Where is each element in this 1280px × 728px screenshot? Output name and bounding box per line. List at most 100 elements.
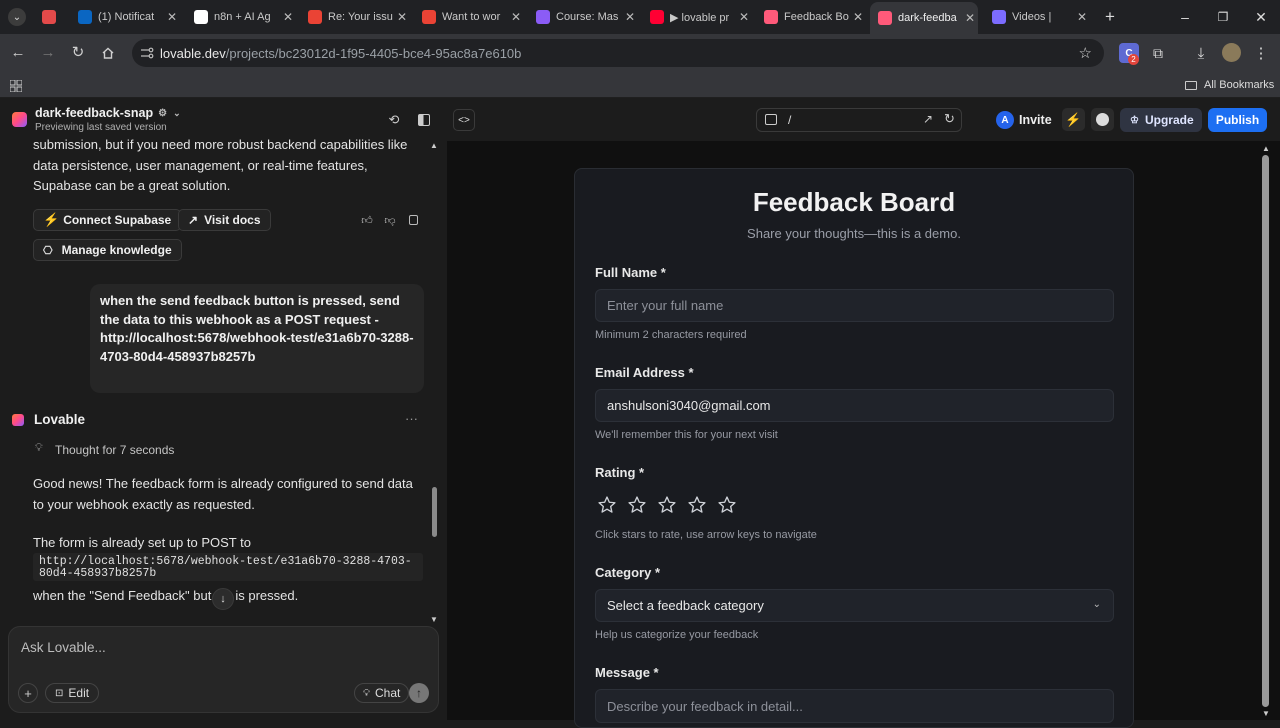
home-icon	[102, 47, 114, 59]
restore-button[interactable]: ❐	[1213, 7, 1233, 27]
github-icon	[1096, 113, 1109, 126]
browser-tab[interactable]	[34, 4, 66, 30]
publish-button[interactable]: Publish	[1208, 108, 1267, 132]
close-tab-icon[interactable]: ✕	[622, 10, 638, 24]
full-name-input[interactable]: Enter your full name	[595, 289, 1114, 322]
refresh-preview-icon[interactable]: ↻	[944, 111, 955, 127]
close-tab-icon[interactable]: ✕	[280, 10, 296, 24]
address-bar[interactable]: lovable.dev/projects/bc23012d-1f95-4405-…	[132, 39, 1104, 67]
chat-mode-button[interactable]: 💡︎ Chat	[354, 683, 410, 703]
browser-tab[interactable]: Want to wor ✕	[414, 4, 524, 30]
open-in-new-icon[interactable]: ↗	[923, 112, 933, 126]
close-tab-icon[interactable]: ✕	[1074, 10, 1090, 24]
tab-title: Videos |	[1012, 11, 1052, 23]
browser-tab[interactable]: dark-feedba ✕	[870, 2, 978, 34]
rating-star-icon[interactable]	[687, 495, 707, 515]
rating-star-icon[interactable]	[657, 495, 677, 515]
invite-button[interactable]: Invite	[1019, 113, 1052, 127]
sidebar-toggle-icon[interactable]	[418, 114, 430, 126]
extension-badge: 2	[1128, 54, 1139, 65]
previous-assistant-text: submission, but if you need more robust …	[33, 137, 408, 193]
visit-docs-button[interactable]: ↗ Visit docs	[178, 209, 271, 231]
browser-tab[interactable]: n8n + AI Ag ✕	[186, 4, 296, 30]
chat-input[interactable]: Ask Lovable...	[21, 640, 106, 655]
close-tab-icon[interactable]: ✕	[850, 10, 866, 24]
browser-tab[interactable]: Re: Your issu ✕	[300, 4, 410, 30]
settings-icon: ⚙	[158, 107, 168, 119]
close-tab-icon[interactable]: ✕	[394, 10, 410, 24]
supabase-button[interactable]: ⚡	[1062, 108, 1085, 131]
message-more-icon[interactable]: ···	[405, 411, 418, 426]
message-textarea[interactable]: Describe your feedback in detail...	[595, 689, 1114, 723]
preview-scroll-down-arrow[interactable]: ▼	[1262, 709, 1270, 718]
browser-menu-icon[interactable]: ⋮	[1253, 43, 1269, 63]
browser-tab-strip: ⌄ (1) Notificat ✕ n8n + AI Ag ✕ Re: Your iss…	[0, 0, 1280, 34]
thumbs-down-icon[interactable]: 👎︎	[383, 213, 397, 227]
browser-tab[interactable]: Course: Mas ✕	[528, 4, 638, 30]
bookmark-star-icon[interactable]: ☆	[1079, 44, 1092, 62]
rating-star-icon[interactable]	[717, 495, 737, 515]
scroll-to-bottom-button[interactable]: ↓	[212, 588, 234, 610]
email-help: We'll remember this for your next visit	[595, 429, 778, 441]
add-attachment-button[interactable]: +	[18, 683, 38, 703]
chat-input-box[interactable]: Ask Lovable... + ⊡ Edit 💡︎ Chat ↑	[8, 626, 439, 713]
edit-button[interactable]: ⊡ Edit	[45, 683, 100, 703]
extensions-puzzle-icon[interactable]: ⧉	[1148, 43, 1168, 63]
assistant-reply-2: The form is already set up to POST to	[33, 535, 251, 550]
chevron-down-icon: ⌄	[173, 107, 181, 118]
preview-layout-icon[interactable]	[765, 114, 777, 125]
back-button[interactable]: ←	[8, 43, 28, 63]
apps-grid-icon[interactable]	[9, 79, 23, 93]
category-value: Select a feedback category	[607, 598, 764, 613]
github-button[interactable]	[1091, 108, 1114, 131]
upgrade-button[interactable]: ♔ Upgrade	[1120, 108, 1202, 132]
tab-title: dark-feedba	[898, 12, 957, 24]
scroll-down-arrow[interactable]: ▼	[430, 615, 438, 624]
edit-icon: ⊡	[55, 687, 64, 699]
rating-star-icon[interactable]	[597, 495, 617, 515]
preview-scrollbar-thumb[interactable]	[1262, 155, 1269, 707]
thought-duration[interactable]: Thought for 7 seconds	[55, 443, 174, 457]
browser-tab[interactable]: Feedback Bo ✕	[756, 4, 866, 30]
category-select[interactable]: Select a feedback category ⌄	[595, 589, 1114, 622]
profile-avatar[interactable]	[1222, 43, 1241, 62]
browser-toolbar: ← → ↻ lovable.dev/projects/bc23012d-1f95…	[0, 34, 1280, 72]
site-info-icon[interactable]	[140, 47, 154, 59]
project-name[interactable]: dark-feedback-snap ⚙ ⌄	[35, 106, 181, 120]
thumbs-up-icon[interactable]: 👍︎	[360, 213, 374, 227]
send-button[interactable]: ↑	[409, 683, 429, 703]
minimize-button[interactable]: –	[1175, 7, 1195, 27]
close-tab-icon[interactable]: ✕	[508, 10, 524, 24]
gmail-icon	[308, 10, 322, 24]
browser-tab[interactable]: (1) Notificat ✕	[70, 4, 180, 30]
forward-button[interactable]: →	[38, 43, 58, 63]
code-view-button[interactable]: <>	[453, 109, 475, 131]
reload-button[interactable]: ↻	[68, 43, 88, 63]
user-avatar[interactable]: A	[996, 111, 1014, 129]
youtube-icon	[650, 10, 664, 24]
chat-scrollbar-thumb[interactable]	[432, 487, 437, 537]
copy-icon[interactable]	[409, 215, 418, 225]
scroll-up-arrow[interactable]: ▲	[430, 141, 438, 150]
download-icon[interactable]: ⤓	[1191, 43, 1211, 63]
preview-scroll-up-arrow[interactable]: ▲	[1262, 144, 1270, 153]
browser-tab[interactable]: Videos | ✕	[984, 4, 1090, 30]
close-window-button[interactable]: ✕	[1251, 7, 1271, 27]
close-tab-icon[interactable]: ✕	[736, 10, 752, 24]
home-button[interactable]	[98, 43, 118, 63]
email-input[interactable]: anshulsoni3040@gmail.com	[595, 389, 1114, 422]
tab-search-icon[interactable]: ⌄	[8, 8, 26, 26]
browser-tab[interactable]: ▶ lovable pr ✕	[642, 4, 752, 30]
lovable-avatar-icon	[12, 414, 24, 426]
manage-knowledge-button[interactable]: ⎔ Manage knowledge	[33, 239, 182, 261]
all-bookmarks-button[interactable]: All Bookmarks	[1185, 77, 1274, 93]
close-tab-icon[interactable]: ✕	[164, 10, 180, 24]
close-tab-icon[interactable]: ✕	[962, 11, 978, 25]
new-tab-button[interactable]: +	[1100, 7, 1120, 27]
feedback-form-card: Feedback Board Share your thoughts—this …	[574, 168, 1134, 728]
rating-star-icon[interactable]	[627, 495, 647, 515]
lovable-icon	[878, 11, 892, 25]
preview-url-bar[interactable]: / ↗ ↻	[756, 108, 962, 132]
history-icon[interactable]: ⟲	[386, 112, 402, 128]
connect-supabase-button[interactable]: ⚡ Connect Supabase	[33, 209, 182, 231]
